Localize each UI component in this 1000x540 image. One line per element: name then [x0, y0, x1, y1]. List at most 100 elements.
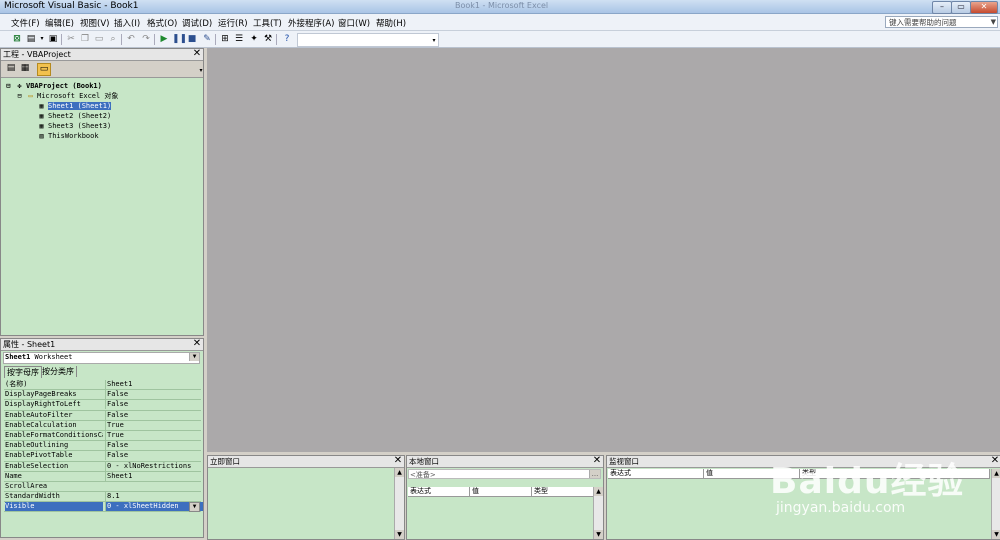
menu-tools[interactable]: 工具(T)	[253, 17, 282, 29]
close-button[interactable]: ✕	[970, 1, 998, 14]
property-row[interactable]: EnableAutoFilter False	[4, 410, 201, 421]
run-icon[interactable]: ▶	[158, 33, 170, 45]
scrollbar[interactable]: ▲ ▼	[991, 469, 1000, 539]
menu-help[interactable]: 帮助(H)	[376, 17, 406, 29]
save-icon[interactable]: ▣	[47, 33, 59, 45]
close-icon[interactable]: ✕	[990, 456, 1000, 466]
redo-icon[interactable]: ↷	[140, 33, 152, 45]
property-row[interactable]: DisplayPageBreaks False	[4, 390, 201, 401]
property-row[interactable]: (名称) Sheet1	[4, 380, 201, 391]
object-selector[interactable]: Sheet1 Worksheet ▼	[3, 352, 200, 364]
property-row[interactable]: Name Sheet1	[4, 471, 201, 482]
help-search-placeholder: 键入需要帮助的问题	[889, 18, 957, 27]
chevron-down-icon[interactable]: ▼	[991, 17, 996, 28]
chevron-down-icon[interactable]: ▾	[195, 65, 207, 76]
code-window-area	[207, 48, 1000, 452]
tab-alphabetic[interactable]: 按字母序	[4, 366, 42, 378]
call-stack-button[interactable]: ...	[589, 470, 600, 478]
properties-tabs: 按字母序 按分类序	[1, 364, 203, 378]
scrollbar[interactable]: ▲ ▼	[394, 468, 404, 539]
minimize-button[interactable]: –	[932, 1, 952, 14]
close-icon[interactable]: ✕	[192, 49, 202, 59]
cut-icon[interactable]: ✂	[65, 33, 77, 45]
break-icon[interactable]: ❚❚	[172, 33, 187, 45]
tree-item-sheet2[interactable]: ▦ Sheet2 (Sheet2)	[37, 112, 111, 121]
property-row[interactable]: EnablePivotTable False	[4, 451, 201, 462]
toolbar-options-icon[interactable]: ▾	[428, 35, 440, 47]
view-code-icon[interactable]: ▤	[5, 63, 17, 74]
help-icon[interactable]: ?	[281, 33, 293, 45]
undo-icon[interactable]: ↶	[125, 33, 137, 45]
close-icon[interactable]: ✕	[192, 339, 202, 349]
property-row[interactable]: StandardWidth 8.1	[4, 492, 201, 503]
toolbar-separator	[154, 34, 155, 45]
project-explorer-icon[interactable]: ⊞	[219, 33, 231, 45]
close-icon[interactable]: ✕	[592, 456, 602, 466]
background-window-title: Book1 - Microsoft Excel	[455, 1, 549, 10]
menu-view[interactable]: 视图(V)	[80, 17, 109, 29]
immediate-window[interactable]: 立即窗口 ✕ ▲ ▼	[207, 455, 405, 540]
property-row[interactable]: EnableCalculation True	[4, 420, 201, 431]
tree-item-sheet3[interactable]: ▦ Sheet3 (Sheet3)	[37, 122, 111, 131]
menu-format[interactable]: 格式(O)	[147, 17, 177, 29]
workbook-icon: ▨	[39, 132, 44, 140]
locals-context: <准备> ...	[408, 469, 601, 479]
properties-icon[interactable]: ☰	[233, 33, 245, 45]
column-value[interactable]: 值	[704, 469, 800, 478]
menu-insert[interactable]: 插入(I)	[114, 17, 140, 29]
view-object-icon[interactable]: ▦	[19, 63, 31, 74]
toolbar-separator	[121, 34, 122, 45]
scroll-up-icon[interactable]: ▲	[594, 487, 603, 496]
copy-icon[interactable]: ❐	[79, 33, 91, 45]
excel-icon[interactable]: ⊠	[11, 33, 23, 45]
toggle-folders-icon[interactable]: ▭	[37, 63, 51, 76]
close-icon[interactable]: ✕	[393, 456, 403, 466]
scrollbar[interactable]: ▲ ▼	[593, 487, 603, 539]
tree-item-vbaproject[interactable]: ⊟ ✤ VBAProject (Book1)	[4, 82, 101, 91]
scroll-up-icon[interactable]: ▲	[395, 468, 404, 477]
menu-window[interactable]: 窗口(W)	[338, 17, 370, 29]
sheet-icon: ▦	[39, 122, 44, 130]
menu-run[interactable]: 运行(R)	[218, 17, 248, 29]
column-value[interactable]: 值	[470, 487, 532, 496]
tree-item-thisworkbook[interactable]: ▨ ThisWorkbook	[37, 132, 98, 141]
project-icon: ✤	[17, 82, 22, 90]
maximize-button[interactable]: ▭	[951, 1, 971, 14]
object-browser-icon[interactable]: ✦	[248, 33, 260, 45]
toolbar-separator	[215, 34, 216, 45]
object-type: Worksheet	[34, 353, 73, 361]
scroll-up-icon[interactable]: ▲	[992, 469, 1000, 478]
property-row[interactable]: EnableOutlining False	[4, 441, 201, 452]
help-search-input[interactable]: 键入需要帮助的问题 ▼	[885, 16, 998, 28]
menu-file[interactable]: 文件(F)	[11, 17, 40, 29]
menu-bar: 文件(F) 编辑(E) 视图(V) 插入(I) 格式(O) 调试(D) 运行(R…	[0, 14, 1000, 31]
project-explorer-panel: 工程 - VBAProject ✕ ▤ ▦ ▭ ▾ ⊟ ✤ VBAProject (…	[0, 48, 204, 336]
menu-addins[interactable]: 外接程序(A)	[288, 17, 334, 29]
properties-panel-title: 属性 - Sheet1	[3, 340, 56, 349]
design-mode-icon[interactable]: ✎	[201, 33, 213, 45]
column-type[interactable]: 类型	[532, 487, 594, 496]
menu-edit[interactable]: 编辑(E)	[45, 17, 74, 29]
find-icon[interactable]: ⌕	[107, 33, 119, 45]
tree-item-excel-objects[interactable]: ⊟ ▭ Microsoft Excel 对象	[15, 92, 118, 101]
menu-debug[interactable]: 调试(D)	[182, 17, 212, 29]
column-expression[interactable]: 表达式	[608, 469, 704, 478]
chevron-down-icon[interactable]: ▼	[189, 353, 199, 361]
property-row[interactable]: DisplayRightToLeft False	[4, 400, 201, 411]
locals-column-header: 表达式 值 类型	[408, 487, 594, 497]
column-type[interactable]: 类型	[800, 469, 990, 478]
properties-panel: 属性 - Sheet1 ✕ Sheet1 Worksheet ▼ 按字母序 按分…	[0, 338, 204, 538]
column-expression[interactable]: 表达式	[408, 487, 470, 496]
property-row[interactable]: ScrollArea	[4, 482, 201, 493]
property-row[interactable]: EnableSelection 0 - xlNoRestrictions	[4, 461, 201, 472]
tab-categorized[interactable]: 按分类序	[40, 366, 77, 377]
tree-item-sheet1[interactable]: ▦ Sheet1 (Sheet1)	[37, 102, 112, 111]
property-row[interactable]: EnableFormatConditionsCalcTrue	[4, 430, 201, 442]
chevron-down-icon[interactable]: ▼	[189, 502, 200, 513]
collapse-icon[interactable]: ⊟	[15, 92, 24, 101]
property-row-selected[interactable]: Visible 0 - xlSheetHidden ▼	[4, 502, 203, 513]
reset-icon[interactable]: ■	[186, 33, 198, 45]
paste-icon[interactable]: ▭	[93, 33, 105, 45]
toolbox-icon[interactable]: ⚒	[262, 33, 274, 45]
collapse-icon[interactable]: ⊟	[4, 82, 13, 91]
